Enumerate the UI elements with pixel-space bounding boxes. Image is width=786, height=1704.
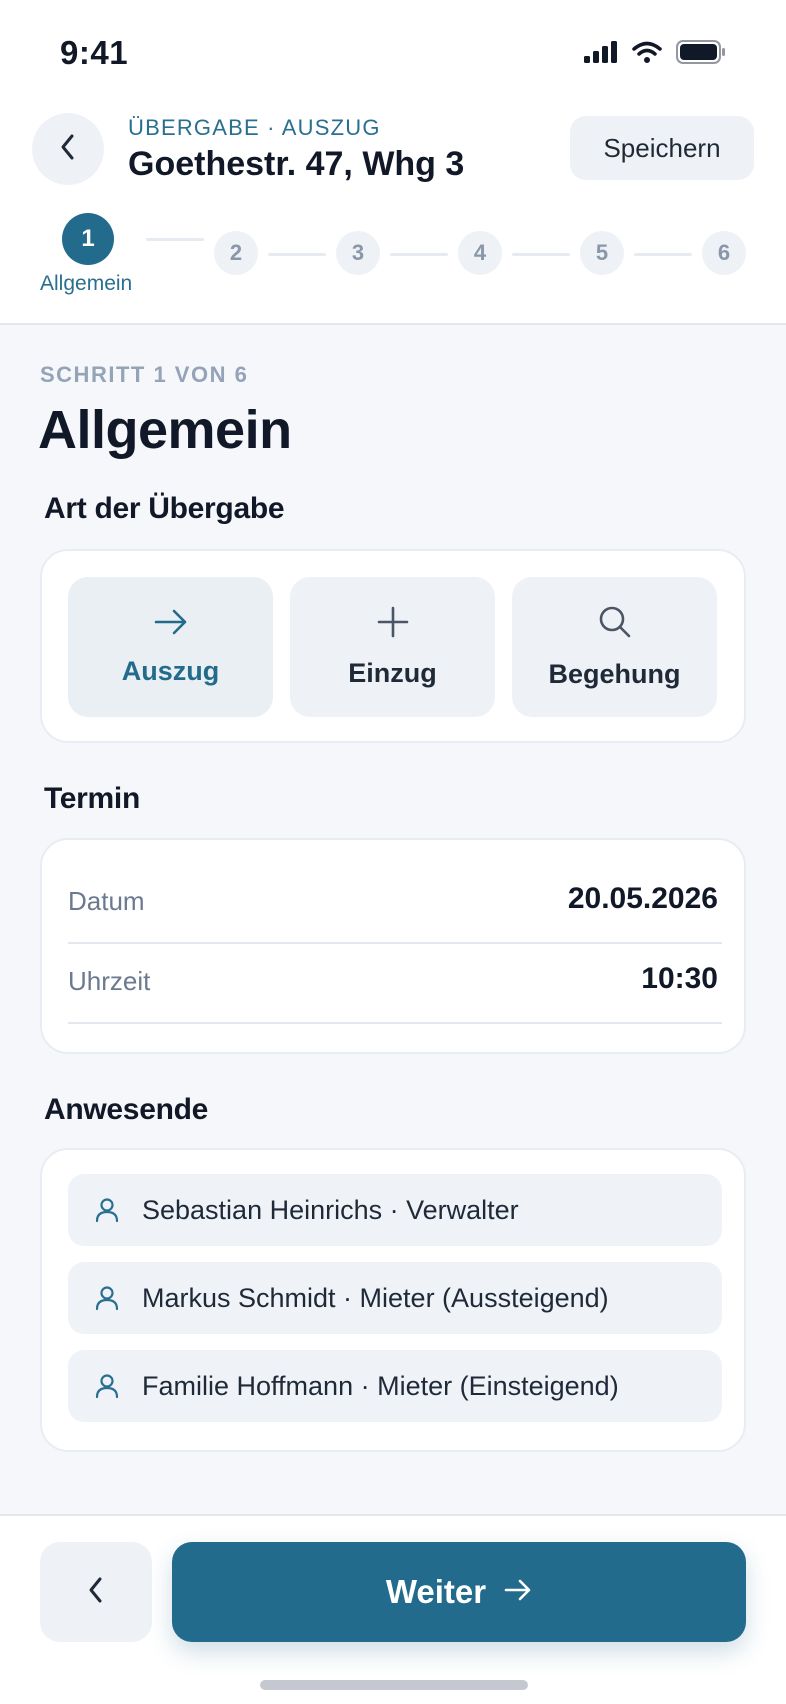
option-einzug-label: Einzug [348,658,437,688]
header-address: Goethestr. 47, Whg 3 [128,145,465,183]
user-icon [94,1373,120,1399]
back-button[interactable] [32,113,104,185]
step-3[interactable]: 3 [336,231,380,275]
date-value[interactable]: 20.05.2026 [568,882,718,916]
section-title-anwesende: Anwesende [44,1093,209,1126]
cellular-signal-icon [584,41,618,68]
status-icons [584,40,726,69]
chevron-left-icon [85,1575,107,1610]
plus-icon [376,605,410,644]
page-title: Allgemein [38,400,292,460]
header-eyebrow: ÜBERGABE · AUSZUG [128,115,381,140]
step-connector [146,238,204,241]
arrow-right-icon [504,1578,532,1607]
save-button[interactable]: Speichern [570,116,754,180]
user-icon [94,1285,120,1311]
option-begehung-label: Begehung [548,659,681,689]
step-4[interactable]: 4 [458,231,502,275]
stepper: 1 2 3 4 5 6 Allgemein [0,205,786,305]
date-label: Datum [68,886,145,916]
step-5[interactable]: 5 [580,231,624,275]
next-button[interactable]: Weiter [172,1542,746,1642]
attendees-card: Sebastian Heinrichs · Verwalter Markus S… [40,1148,746,1452]
footer-bar: Weiter [0,1514,786,1704]
section-title-handover-type: Art der Übergabe [44,492,285,525]
battery-icon [676,40,726,69]
attendee-text: Sebastian Heinrichs · Verwalter [142,1194,519,1225]
step-connector [390,253,448,256]
step-connector [512,253,570,256]
status-bar: 9:41 [0,0,786,100]
attendee-text: Familie Hoffmann · Mieter (Einsteigend) [142,1370,619,1401]
option-auszug-label: Auszug [121,656,220,686]
option-auszug[interactable]: Auszug [68,577,273,717]
option-begehung[interactable]: Begehung [512,577,717,717]
step-2[interactable]: 2 [214,231,258,275]
search-icon [597,604,633,645]
date-row[interactable]: Datum 20.05.2026 [68,864,722,944]
attendee-item[interactable]: Sebastian Heinrichs · Verwalter [68,1174,722,1246]
step-1[interactable]: 1 [62,213,114,265]
app-header: 9:41 ÜBERGABE · AUSZUG Goethestr. 47, Wh… [0,0,786,325]
step-connector [268,253,326,256]
chevron-left-icon [57,132,79,167]
option-einzug[interactable]: Einzug [290,577,495,717]
step-1-label: Allgemein [40,272,133,295]
previous-button[interactable] [40,1542,152,1642]
step-kicker: SCHRITT 1 VON 6 [40,362,249,387]
attendee-item[interactable]: Markus Schmidt · Mieter (Aussteigend) [68,1262,722,1334]
time-value[interactable]: 10:30 [641,962,718,996]
user-icon [94,1197,120,1223]
appointment-card: Datum 20.05.2026 Uhrzeit 10:30 [40,838,746,1054]
home-indicator [260,1680,528,1690]
status-time: 9:41 [60,34,129,71]
section-title-termin: Termin [44,782,140,815]
time-row[interactable]: Uhrzeit 10:30 [68,944,722,1024]
step-6[interactable]: 6 [702,231,746,275]
time-label: Uhrzeit [68,966,151,996]
step-connector [634,253,692,256]
attendee-text: Markus Schmidt · Mieter (Aussteigend) [142,1282,609,1313]
handover-type-card: Auszug Einzug Begehung [40,549,746,743]
arrow-right-icon [153,607,189,642]
attendee-item[interactable]: Familie Hoffmann · Mieter (Einsteigend) [68,1350,722,1422]
wifi-icon [632,41,662,68]
next-button-label: Weiter [385,1573,487,1610]
